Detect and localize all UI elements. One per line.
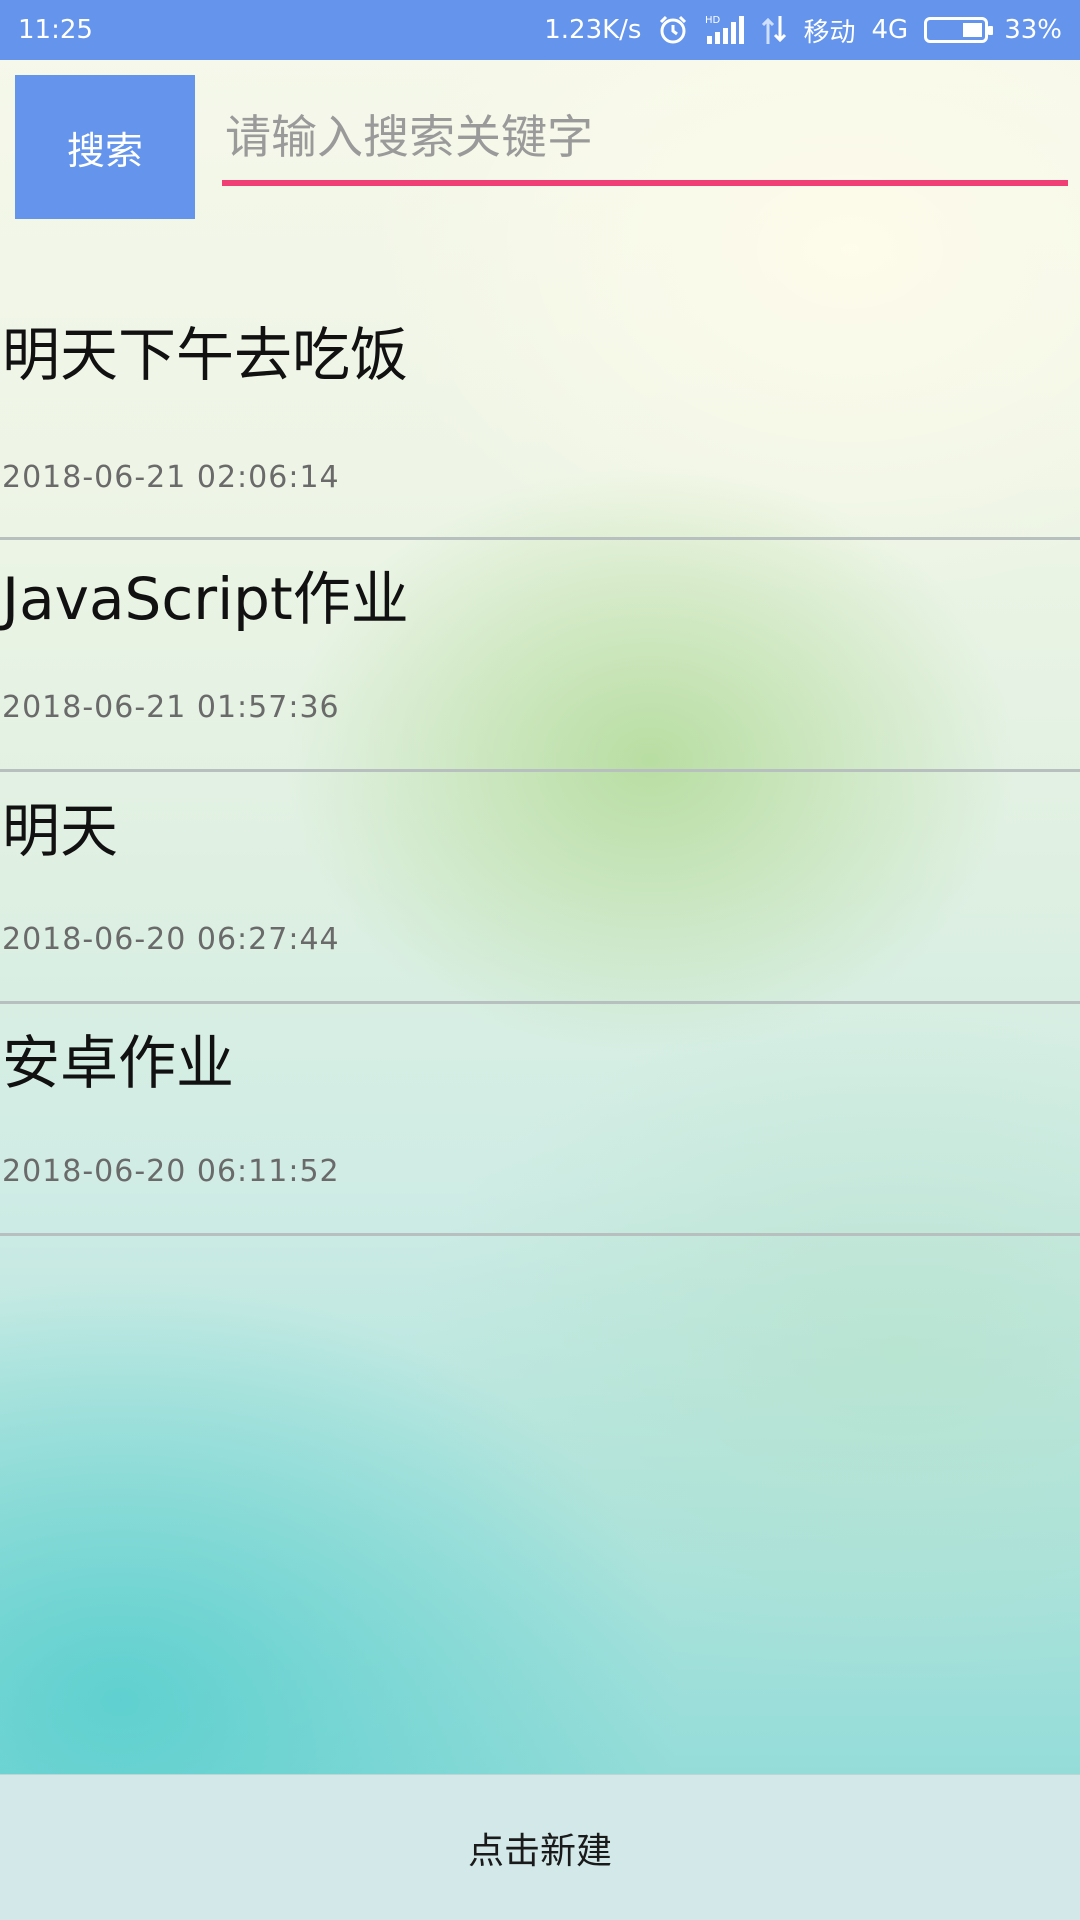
search-input[interactable] [221,97,1067,177]
data-transfer-icon [761,14,787,46]
hd-label: HD [705,15,721,26]
note-list-item[interactable]: 明天 2018-06-20 06:27:44 [0,772,1080,1004]
note-list-item[interactable]: 安卓作业 2018-06-20 06:11:52 [0,1004,1080,1236]
note-list: 明天下午去吃饭 2018-06-21 02:06:14 JavaScript作业… [0,284,1080,1236]
search-button[interactable]: 搜索 [15,75,195,219]
note-timestamp: 2018-06-20 06:27:44 [2,922,340,957]
battery-percent: 33% [1004,15,1062,45]
search-bar: 搜索 [15,75,1068,219]
note-title: 明天下午去吃饭 [2,321,409,389]
note-list-item[interactable]: JavaScript作业 2018-06-21 01:57:36 [0,540,1080,772]
battery-icon [924,17,994,43]
status-indicators: 1.23K/s HD 移动 4G 33% [544,12,1062,49]
search-input-underline [222,180,1068,186]
new-note-button[interactable]: 点击新建 [0,1774,1080,1920]
signal-icon: HD [705,14,745,46]
network-type: 4G [871,15,909,45]
battery-level [963,23,983,37]
note-title: 明天 [2,797,119,865]
note-list-item[interactable]: 明天下午去吃饭 2018-06-21 02:06:14 [0,284,1080,540]
note-timestamp: 2018-06-21 02:06:14 [2,460,340,495]
note-timestamp: 2018-06-21 01:57:36 [2,690,340,725]
note-title: 安卓作业 [2,1029,235,1097]
net-speed: 1.23K/s [544,15,642,45]
carrier-label: 移动 [803,17,856,48]
status-time: 11:25 [18,15,93,45]
alarm-icon [657,14,689,46]
note-title: JavaScript作业 [2,565,409,633]
note-timestamp: 2018-06-20 06:11:52 [2,1154,340,1189]
status-bar: 11:25 1.23K/s HD 移动 4G 33% [0,0,1080,60]
